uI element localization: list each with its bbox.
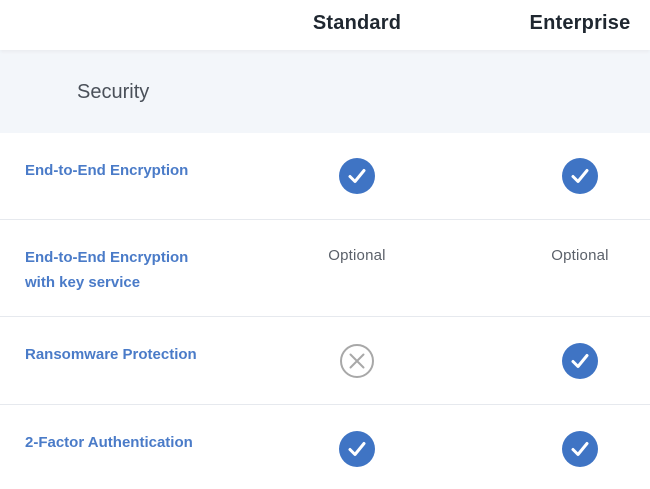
feature-label[interactable]: End-to-End Encryption with key service [25, 245, 225, 295]
enterprise-cell [530, 343, 630, 384]
feature-row-2fa: 2-Factor Authentication [0, 405, 650, 489]
optional-text: Optional [551, 247, 609, 264]
enterprise-cell [530, 158, 630, 199]
standard-cell [307, 158, 407, 199]
check-circle-icon [562, 343, 598, 379]
plan-enterprise-heading: Enterprise [529, 12, 631, 34]
optional-text: Optional [328, 247, 386, 264]
check-circle-icon [339, 158, 375, 194]
feature-row-e2e-encryption-key-service: End-to-End Encryption with key service O… [0, 220, 650, 317]
feature-label[interactable]: Ransomware Protection [25, 342, 225, 367]
feature-label[interactable]: 2-Factor Authentication [25, 430, 225, 455]
plans-header: Standard Enterprise [0, 0, 650, 50]
x-circle-icon [339, 343, 375, 379]
standard-cell: Optional [307, 247, 407, 265]
feature-row-e2e-encryption: End-to-End Encryption [0, 133, 650, 220]
feature-label-line2: with key service [25, 274, 141, 291]
enterprise-cell: Optional [530, 247, 630, 265]
check-circle-icon [562, 158, 598, 194]
feature-label-line1: End-to-End Encryption [25, 249, 189, 266]
feature-row-ransomware-protection: Ransomware Protection [0, 317, 650, 405]
standard-cell [307, 343, 407, 384]
standard-cell [307, 431, 407, 472]
feature-label[interactable]: End-to-End Encryption [25, 158, 225, 183]
check-circle-icon [339, 431, 375, 467]
enterprise-cell [530, 431, 630, 472]
plan-standard-heading: Standard [312, 12, 402, 34]
section-title: Security [77, 81, 150, 103]
check-circle-icon [562, 431, 598, 467]
